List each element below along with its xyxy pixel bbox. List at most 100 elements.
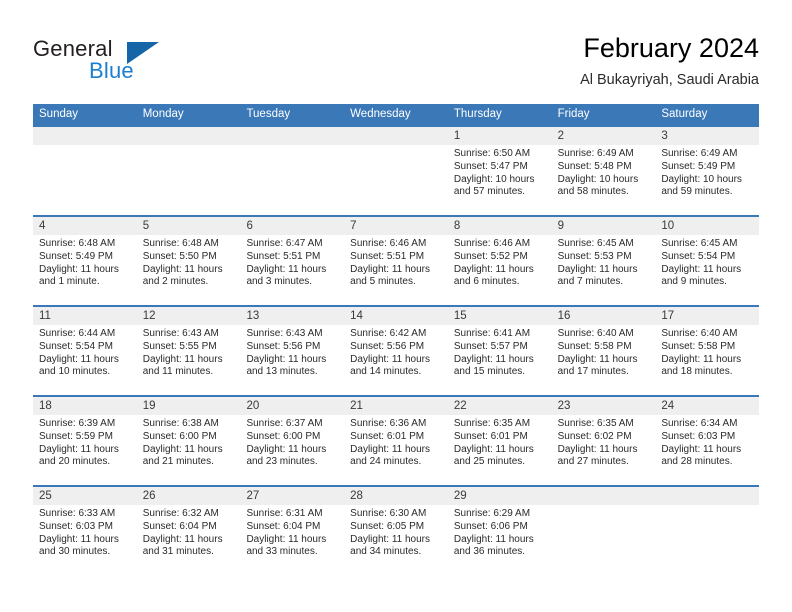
weekday-saturday: Saturday [661, 108, 708, 120]
day-cell[interactable]: Sunrise: 6:35 AM Sunset: 6:01 PM Dayligh… [448, 415, 552, 485]
day-cell[interactable]: Sunrise: 6:47 AM Sunset: 5:51 PM Dayligh… [240, 235, 344, 305]
weekday-tuesday: Tuesday [246, 108, 291, 120]
day-cell[interactable]: Sunrise: 6:33 AM Sunset: 6:03 PM Dayligh… [33, 505, 137, 575]
daylight-line1: Daylight: 11 hours [557, 353, 638, 365]
day-cell[interactable]: Sunrise: 6:36 AM Sunset: 6:01 PM Dayligh… [344, 415, 448, 485]
day-number [240, 127, 344, 145]
daylight-line2: and 6 minutes. [453, 276, 520, 288]
sunrise-text: Sunrise: 6:48 AM [39, 238, 116, 249]
sunrise-text: Sunrise: 6:33 AM [39, 508, 116, 519]
day-cell[interactable]: Sunrise: 6:35 AM Sunset: 6:02 PM Dayligh… [552, 415, 656, 485]
daylight-line1: Daylight: 11 hours [142, 443, 223, 455]
daylight-line1: Daylight: 11 hours [246, 443, 327, 455]
sunset-text: Sunset: 5:48 PM [557, 160, 632, 172]
day-number: 7 [350, 220, 357, 232]
sunrise-text: Sunrise: 6:32 AM [142, 508, 219, 519]
daylight-line1: Daylight: 11 hours [39, 263, 119, 275]
date-number-band: 25 26 27 28 29 [33, 487, 759, 505]
day-cell[interactable]: Sunrise: 6:40 AM Sunset: 5:58 PM Dayligh… [552, 325, 656, 395]
day-cell[interactable]: Sunrise: 6:30 AM Sunset: 6:05 PM Dayligh… [344, 505, 448, 575]
daylight-line1: Daylight: 11 hours [39, 353, 119, 365]
sunset-text: Sunset: 5:51 PM [246, 250, 321, 262]
day-cell[interactable]: Sunrise: 6:32 AM Sunset: 6:04 PM Dayligh… [137, 505, 241, 575]
day-cell[interactable]: Sunrise: 6:46 AM Sunset: 5:51 PM Dayligh… [344, 235, 448, 305]
sunset-text: Sunset: 5:56 PM [350, 340, 425, 352]
day-cell[interactable]: Sunrise: 6:42 AM Sunset: 5:56 PM Dayligh… [344, 325, 448, 395]
generalblue-logo[interactable]: General Blue [33, 36, 213, 86]
day-number: 8 [453, 220, 461, 232]
sunset-text: Sunset: 6:03 PM [39, 520, 113, 532]
daylight-line2: and 27 minutes. [557, 456, 629, 468]
daylight-line2: and 23 minutes. [246, 456, 318, 468]
day-cell[interactable]: Sunrise: 6:43 AM Sunset: 5:56 PM Dayligh… [240, 325, 344, 395]
day-cell[interactable]: Sunrise: 6:29 AM Sunset: 6:06 PM Dayligh… [448, 505, 552, 575]
day-cell[interactable] [552, 505, 656, 575]
day-cell[interactable] [33, 145, 137, 215]
day-cell[interactable]: Sunrise: 6:37 AM Sunset: 6:00 PM Dayligh… [240, 415, 344, 485]
day-number: 5 [142, 220, 150, 232]
sunrise-text: Sunrise: 6:49 AM [557, 148, 634, 159]
daylight-line1: Daylight: 11 hours [453, 443, 534, 455]
sunrise-text: Sunrise: 6:46 AM [350, 238, 427, 249]
day-cell[interactable]: Sunrise: 6:46 AM Sunset: 5:52 PM Dayligh… [448, 235, 552, 305]
day-number [552, 487, 656, 505]
daylight-line1: Daylight: 11 hours [661, 263, 742, 275]
day-cell[interactable]: Sunrise: 6:39 AM Sunset: 5:59 PM Dayligh… [33, 415, 137, 485]
daylight-line1: Daylight: 11 hours [661, 443, 742, 455]
day-number: 20 [246, 400, 260, 412]
day-cell[interactable]: Sunrise: 6:48 AM Sunset: 5:50 PM Dayligh… [137, 235, 241, 305]
day-cell[interactable]: Sunrise: 6:49 AM Sunset: 5:49 PM Dayligh… [655, 145, 759, 215]
day-info-band: Sunrise: 6:50 AM Sunset: 5:47 PM Dayligh… [33, 145, 759, 215]
daylight-line2: and 2 minutes. [142, 276, 209, 288]
sunset-text: Sunset: 6:02 PM [557, 430, 632, 442]
day-cell[interactable] [137, 145, 241, 215]
day-cell[interactable]: Sunrise: 6:40 AM Sunset: 5:58 PM Dayligh… [655, 325, 759, 395]
day-cell[interactable]: Sunrise: 6:41 AM Sunset: 5:57 PM Dayligh… [448, 325, 552, 395]
daylight-line1: Daylight: 11 hours [39, 533, 119, 545]
day-cell[interactable]: Sunrise: 6:45 AM Sunset: 5:54 PM Dayligh… [655, 235, 759, 305]
daylight-line2: and 25 minutes. [453, 456, 526, 468]
page-subtitle: Al Bukayriyah, Saudi Arabia [580, 72, 759, 88]
daylight-line2: and 33 minutes. [246, 546, 318, 558]
weekday-header-row: Sunday Monday Tuesday Wednesday Thursday… [33, 104, 759, 125]
day-number: 10 [661, 220, 675, 232]
daylight-line1: Daylight: 11 hours [453, 263, 534, 275]
weekday-thursday: Thursday [453, 108, 502, 120]
day-cell[interactable] [655, 505, 759, 575]
day-number: 18 [39, 400, 52, 412]
day-cell[interactable]: Sunrise: 6:34 AM Sunset: 6:03 PM Dayligh… [655, 415, 759, 485]
day-cell[interactable]: Sunrise: 6:43 AM Sunset: 5:55 PM Dayligh… [137, 325, 241, 395]
weekday-friday: Friday [557, 108, 590, 120]
day-cell[interactable]: Sunrise: 6:48 AM Sunset: 5:49 PM Dayligh… [33, 235, 137, 305]
sunset-text: Sunset: 5:50 PM [142, 250, 217, 262]
day-cell[interactable] [344, 145, 448, 215]
page-header: General Blue February 2024 Al Bukayriyah… [0, 0, 792, 104]
day-cell[interactable]: Sunrise: 6:44 AM Sunset: 5:54 PM Dayligh… [33, 325, 137, 395]
day-number: 9 [557, 220, 564, 232]
daylight-line2: and 9 minutes. [661, 276, 727, 288]
sunset-text: Sunset: 6:00 PM [142, 430, 217, 442]
daylight-line1: Daylight: 11 hours [39, 443, 119, 455]
sunrise-text: Sunrise: 6:31 AM [246, 508, 323, 519]
day-cell[interactable]: Sunrise: 6:50 AM Sunset: 5:47 PM Dayligh… [448, 145, 552, 215]
sunset-text: Sunset: 5:52 PM [453, 250, 528, 262]
day-cell[interactable]: Sunrise: 6:45 AM Sunset: 5:53 PM Dayligh… [552, 235, 656, 305]
calendar-grid: Sunday Monday Tuesday Wednesday Thursday… [33, 104, 759, 575]
daylight-line2: and 59 minutes. [661, 186, 733, 198]
day-number: 22 [453, 400, 467, 412]
daylight-line2: and 3 minutes. [246, 276, 313, 288]
daylight-line1: Daylight: 10 hours [453, 173, 535, 185]
daylight-line2: and 31 minutes. [142, 546, 214, 558]
day-number [33, 127, 137, 145]
sunrise-text: Sunrise: 6:43 AM [246, 328, 323, 339]
day-cell[interactable] [240, 145, 344, 215]
day-cell[interactable]: Sunrise: 6:38 AM Sunset: 6:00 PM Dayligh… [137, 415, 241, 485]
day-cell[interactable]: Sunrise: 6:31 AM Sunset: 6:04 PM Dayligh… [240, 505, 344, 575]
daylight-line1: Daylight: 11 hours [350, 353, 431, 365]
daylight-line2: and 14 minutes. [350, 366, 422, 378]
sunrise-text: Sunrise: 6:34 AM [661, 418, 738, 429]
day-cell[interactable]: Sunrise: 6:49 AM Sunset: 5:48 PM Dayligh… [552, 145, 656, 215]
daylight-line2: and 1 minute. [39, 276, 100, 288]
date-number-band: 11 12 13 14 15 16 17 [33, 307, 759, 325]
sunset-text: Sunset: 6:04 PM [246, 520, 321, 532]
